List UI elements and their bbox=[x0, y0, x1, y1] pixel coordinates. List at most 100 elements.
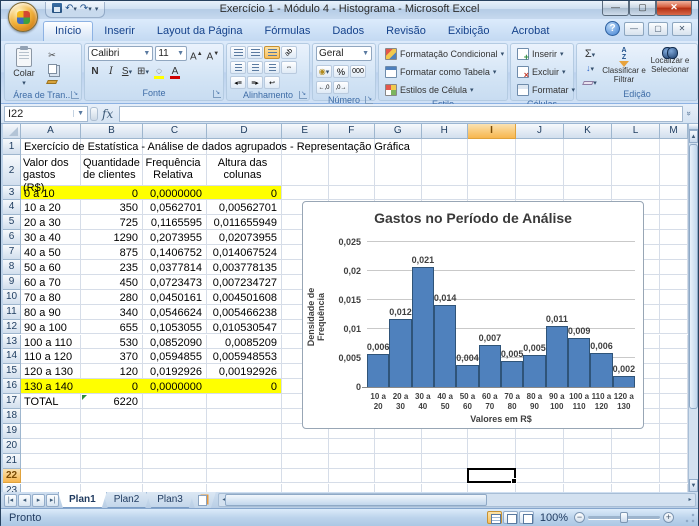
cell-E20[interactable] bbox=[282, 439, 329, 454]
scroll-up-button[interactable]: ▲ bbox=[689, 130, 698, 143]
cell-C17[interactable] bbox=[143, 394, 207, 409]
formatar-cells-button[interactable]: Formatar▾ bbox=[514, 82, 570, 98]
cell-J22[interactable] bbox=[516, 469, 564, 484]
cell-J21[interactable] bbox=[516, 454, 564, 469]
dialog-launcher-icon[interactable]: ↘ bbox=[213, 90, 221, 98]
decrease-decimal-button[interactable]: ,0→ bbox=[333, 81, 349, 94]
clear-button[interactable]: ▾ bbox=[580, 75, 600, 88]
cell-B22[interactable] bbox=[81, 469, 143, 484]
cell-K2[interactable] bbox=[564, 155, 612, 186]
cell-J3[interactable] bbox=[516, 186, 564, 201]
column-header-B[interactable]: B bbox=[81, 124, 143, 139]
row-header-2[interactable]: 2 bbox=[3, 155, 21, 186]
ribbon-tab-exibicao[interactable]: Exibição bbox=[437, 22, 501, 41]
font-size-combo[interactable]: 11▼ bbox=[155, 46, 187, 61]
page-layout-view-button[interactable] bbox=[503, 511, 518, 524]
font-family-combo[interactable]: Calibri▼ bbox=[88, 46, 153, 61]
cell-D21[interactable] bbox=[207, 454, 282, 469]
cell-M8[interactable] bbox=[660, 260, 688, 275]
cell-A23[interactable] bbox=[21, 484, 81, 493]
cell-A18[interactable] bbox=[21, 409, 81, 424]
cell-M11[interactable] bbox=[660, 305, 688, 320]
cell-M2[interactable] bbox=[660, 155, 688, 186]
cell-C23[interactable] bbox=[143, 484, 207, 493]
cell-F21[interactable] bbox=[329, 454, 376, 469]
column-header-G[interactable]: G bbox=[375, 124, 422, 139]
cell-B19[interactable] bbox=[81, 424, 143, 439]
cell-H21[interactable] bbox=[422, 454, 469, 469]
align-center-button[interactable] bbox=[247, 61, 263, 74]
cell-K21[interactable] bbox=[564, 454, 612, 469]
workbook-minimize-button[interactable]: — bbox=[624, 22, 644, 36]
row-header-23[interactable]: 23 bbox=[3, 484, 21, 493]
sheet-tab-plan3[interactable]: Plan3 bbox=[146, 492, 194, 508]
column-header-H[interactable]: H bbox=[422, 124, 469, 139]
row-header-22[interactable]: 22 bbox=[3, 469, 21, 484]
cell-F20[interactable] bbox=[329, 439, 376, 454]
ribbon-tab-dados[interactable]: Dados bbox=[321, 22, 375, 41]
name-box[interactable]: I22▼ bbox=[4, 106, 88, 122]
cell-E23[interactable] bbox=[282, 484, 329, 493]
cell-H22[interactable] bbox=[422, 469, 469, 484]
cell-F2[interactable] bbox=[329, 155, 376, 186]
cell-C18[interactable] bbox=[143, 409, 207, 424]
sort-filter-button[interactable]: AZ Classificar e Filtrar bbox=[602, 46, 646, 88]
cell-M3[interactable] bbox=[660, 186, 688, 201]
grow-font-button[interactable]: A▲ bbox=[189, 47, 203, 61]
cell-H3[interactable] bbox=[422, 186, 469, 201]
borders-button[interactable]: ⊞▾ bbox=[136, 64, 150, 78]
cell-J23[interactable] bbox=[516, 484, 564, 493]
cell-D22[interactable] bbox=[207, 469, 282, 484]
dialog-launcher-icon[interactable]: ↘ bbox=[365, 96, 373, 104]
select-all-button[interactable] bbox=[3, 124, 21, 139]
cell-L3[interactable] bbox=[612, 186, 660, 201]
scroll-down-button[interactable]: ▼ bbox=[689, 479, 698, 492]
cell-L2[interactable] bbox=[612, 155, 660, 186]
cell-M21[interactable] bbox=[660, 454, 688, 469]
format-painter-button[interactable] bbox=[42, 76, 62, 89]
horizontal-scrollbar[interactable]: ◂ ▸ bbox=[218, 493, 696, 507]
formatacao-condicional-button[interactable]: Formatação Condicional▾ bbox=[382, 46, 504, 62]
ribbon-tab-revisao[interactable]: Revisão bbox=[375, 22, 437, 41]
formatar-como-tabela-button[interactable]: Formatar como Tabela▾ bbox=[382, 64, 504, 80]
ribbon-tab-layout-da-pagina[interactable]: Layout da Página bbox=[146, 22, 254, 41]
excluir-cells-button[interactable]: Excluir▾ bbox=[514, 64, 570, 80]
cell-H2[interactable] bbox=[422, 155, 469, 186]
cell-M7[interactable] bbox=[660, 245, 688, 260]
fill-button[interactable]: ↓▾ bbox=[580, 61, 600, 74]
ribbon-tab-inicio[interactable]: Início bbox=[43, 21, 93, 41]
align-left-button[interactable] bbox=[230, 61, 246, 74]
cell-C20[interactable] bbox=[143, 439, 207, 454]
cell-D18[interactable] bbox=[207, 409, 282, 424]
bold-button[interactable]: N bbox=[88, 64, 102, 78]
cell-G21[interactable] bbox=[375, 454, 422, 469]
merge-center-button[interactable]: ⇔ bbox=[281, 61, 297, 74]
column-header-L[interactable]: L bbox=[612, 124, 660, 139]
row-header-7[interactable]: 7 bbox=[3, 245, 21, 260]
italic-button[interactable]: I bbox=[104, 64, 118, 78]
column-header-A[interactable]: A bbox=[21, 124, 81, 139]
cell-F23[interactable] bbox=[329, 484, 376, 493]
cell-K23[interactable] bbox=[564, 484, 612, 493]
percent-style-button[interactable]: % bbox=[333, 65, 349, 78]
office-button[interactable] bbox=[8, 2, 38, 32]
font-color-button[interactable]: A bbox=[168, 64, 182, 78]
cut-button[interactable]: ✂ bbox=[42, 48, 62, 61]
cell-I20[interactable] bbox=[468, 439, 516, 454]
row-header-8[interactable]: 8 bbox=[3, 260, 21, 275]
column-header-K[interactable]: K bbox=[564, 124, 612, 139]
ribbon-tab-inserir[interactable]: Inserir bbox=[93, 22, 146, 41]
cell-G2[interactable] bbox=[375, 155, 422, 186]
chart-bar-30-a-40[interactable] bbox=[412, 267, 434, 387]
help-button[interactable]: ? bbox=[605, 21, 620, 36]
row-header-19[interactable]: 19 bbox=[3, 424, 21, 439]
row-header-13[interactable]: 13 bbox=[3, 335, 21, 350]
cell-M9[interactable] bbox=[660, 275, 688, 290]
cell-F22[interactable] bbox=[329, 469, 376, 484]
minimize-button[interactable]: — bbox=[602, 1, 629, 16]
align-bottom-button[interactable] bbox=[264, 46, 280, 59]
cell-L22[interactable] bbox=[612, 469, 660, 484]
wrap-text-button[interactable]: ↩ bbox=[264, 76, 280, 89]
next-sheet-button[interactable]: ▸ bbox=[32, 494, 45, 507]
inserir-cells-button[interactable]: Inserir▾ bbox=[514, 46, 570, 62]
